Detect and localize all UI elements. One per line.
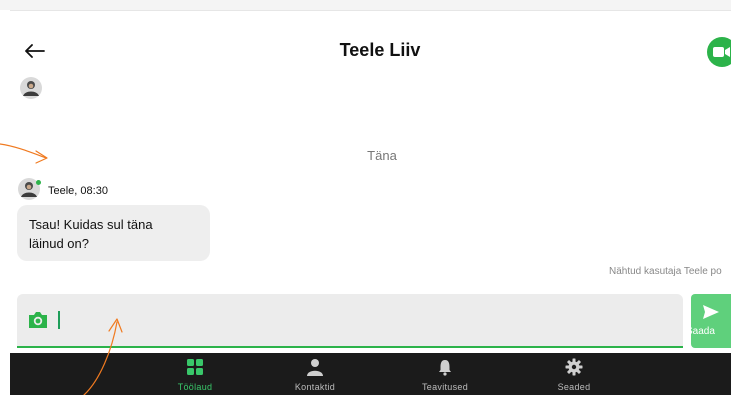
- page-title: Teele Liiv: [339, 40, 421, 60]
- frame-edge: [10, 10, 731, 11]
- top-strip: [0, 0, 731, 10]
- video-camera-icon: [713, 47, 730, 57]
- avatar[interactable]: [20, 77, 42, 99]
- nav-item-seaded[interactable]: Seaded: [529, 353, 619, 395]
- message-text-line: läinud on?: [29, 236, 89, 251]
- nav-label: Kontaktid: [294, 382, 336, 392]
- message-text-line: Tsau! Kuidas sul täna: [29, 217, 153, 232]
- nav-label: Seaded: [557, 382, 591, 392]
- send-button[interactable]: Saada: [686, 294, 731, 348]
- dashboard-icon: [187, 359, 203, 375]
- online-indicator: [36, 180, 41, 185]
- send-label: Saada: [686, 326, 715, 337]
- message-bubble: Tsau! Kuidas sul täna läinud on?: [17, 205, 210, 261]
- nav-item-kontaktid[interactable]: Kontaktid: [270, 353, 360, 395]
- nav-label: Töölaud: [177, 382, 213, 392]
- nav-label: Teavitused: [421, 382, 469, 392]
- nav-item-teavitused[interactable]: Teavitused: [400, 353, 490, 395]
- day-divider: Täna: [367, 148, 397, 163]
- seen-status: Nähtud kasutaja Teele po: [609, 266, 722, 277]
- person-icon: [307, 359, 323, 376]
- nav-item-toolaud[interactable]: Töölaud: [150, 353, 240, 395]
- video-call-button[interactable]: [707, 37, 731, 67]
- camera-icon[interactable]: [27, 310, 49, 330]
- message-input[interactable]: [17, 294, 683, 348]
- text-caret: [58, 311, 60, 329]
- bell-icon: [439, 360, 451, 376]
- message-sender-meta: Teele, 08:30: [48, 185, 108, 197]
- gear-icon: [565, 358, 583, 376]
- send-icon: [703, 305, 719, 319]
- bottom-nav: Töölaud Kontaktid Teavitused Seaded: [10, 353, 731, 395]
